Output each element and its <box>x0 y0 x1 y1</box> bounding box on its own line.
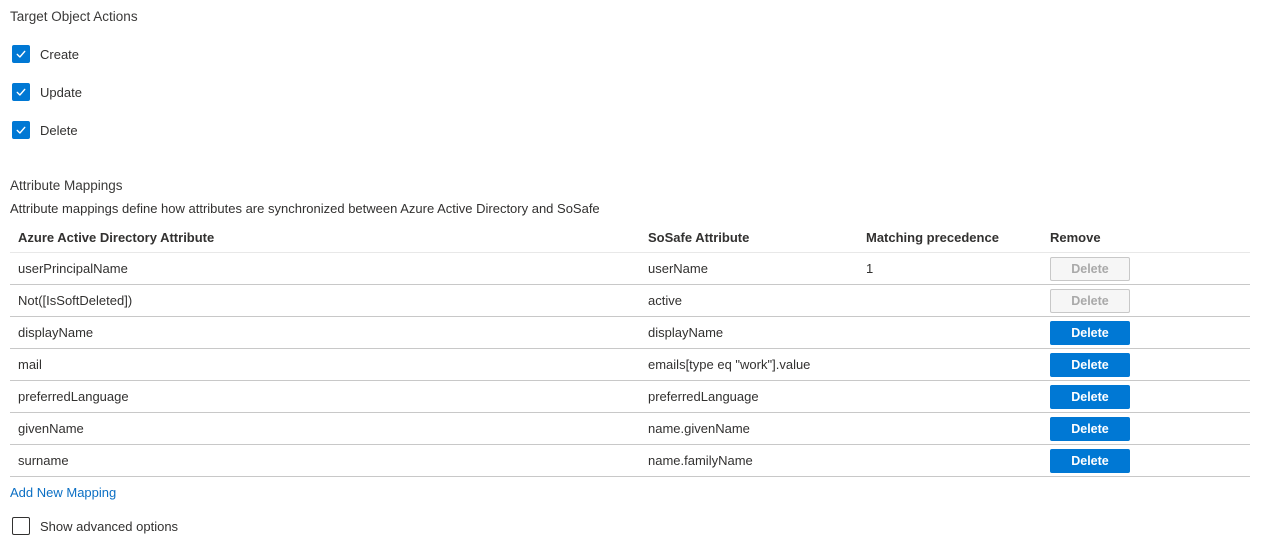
source-attribute[interactable]: displayName <box>10 325 640 340</box>
delete-mapping-button: Delete <box>1050 257 1130 281</box>
checkmark-icon <box>15 124 27 136</box>
target-attribute: name.givenName <box>640 421 858 436</box>
column-header-remove: Remove <box>1042 230 1250 245</box>
delete-mapping-button[interactable]: Delete <box>1050 321 1130 345</box>
target-attribute: active <box>640 293 858 308</box>
attribute-mappings-table: Azure Active Directory Attribute SoSafe … <box>10 223 1250 477</box>
source-attribute[interactable]: mail <box>10 357 640 372</box>
target-object-actions-title: Target Object Actions <box>10 9 1262 25</box>
provisioning-mappings-page: Target Object Actions Create Update Dele… <box>0 0 1262 535</box>
target-attribute: emails[type eq "work"].value <box>640 357 858 372</box>
delete-mapping-button[interactable]: Delete <box>1050 417 1130 441</box>
column-header-precedence: Matching precedence <box>858 230 1042 245</box>
delete-mapping-button: Delete <box>1050 289 1130 313</box>
delete-checkbox-label: Delete <box>40 123 78 138</box>
source-attribute[interactable]: surname <box>10 453 640 468</box>
update-checkbox[interactable] <box>12 83 30 101</box>
target-attribute: preferredLanguage <box>640 389 858 404</box>
source-attribute[interactable]: givenName <box>10 421 640 436</box>
checkbox-row-create: Create <box>10 45 1262 63</box>
delete-mapping-button[interactable]: Delete <box>1050 449 1130 473</box>
target-attribute: userName <box>640 261 858 276</box>
source-attribute[interactable]: preferredLanguage <box>10 389 640 404</box>
table-row: preferredLanguage preferredLanguage Dele… <box>10 381 1250 413</box>
table-row: mail emails[type eq "work"].value Delete <box>10 349 1250 381</box>
attribute-mappings-description: Attribute mappings define how attributes… <box>10 201 1262 216</box>
column-header-target: SoSafe Attribute <box>640 230 858 245</box>
delete-mapping-button[interactable]: Delete <box>1050 353 1130 377</box>
table-row: userPrincipalName userName 1 Delete <box>10 253 1250 285</box>
show-advanced-options-checkbox[interactable] <box>12 517 30 535</box>
table-row: givenName name.givenName Delete <box>10 413 1250 445</box>
target-attribute: displayName <box>640 325 858 340</box>
attribute-mappings-title: Attribute Mappings <box>10 178 1262 193</box>
create-checkbox-label: Create <box>40 47 79 62</box>
show-advanced-options-label: Show advanced options <box>40 519 178 534</box>
checkmark-icon <box>15 48 27 60</box>
table-row: surname name.familyName Delete <box>10 445 1250 477</box>
checkmark-icon <box>15 86 27 98</box>
table-row: displayName displayName Delete <box>10 317 1250 349</box>
table-header-row: Azure Active Directory Attribute SoSafe … <box>10 223 1250 253</box>
checkbox-row-delete: Delete <box>10 121 1262 139</box>
source-attribute[interactable]: userPrincipalName <box>10 261 640 276</box>
update-checkbox-label: Update <box>40 85 82 100</box>
delete-checkbox[interactable] <box>12 121 30 139</box>
delete-mapping-button[interactable]: Delete <box>1050 385 1130 409</box>
add-new-mapping-link[interactable]: Add New Mapping <box>10 485 116 500</box>
checkbox-row-update: Update <box>10 83 1262 101</box>
advanced-options-row: Show advanced options <box>10 517 1262 535</box>
target-attribute: name.familyName <box>640 453 858 468</box>
source-attribute[interactable]: Not([IsSoftDeleted]) <box>10 293 640 308</box>
table-row: Not([IsSoftDeleted]) active Delete <box>10 285 1250 317</box>
column-header-source: Azure Active Directory Attribute <box>10 230 640 245</box>
create-checkbox[interactable] <box>12 45 30 63</box>
matching-precedence: 1 <box>858 261 1042 276</box>
